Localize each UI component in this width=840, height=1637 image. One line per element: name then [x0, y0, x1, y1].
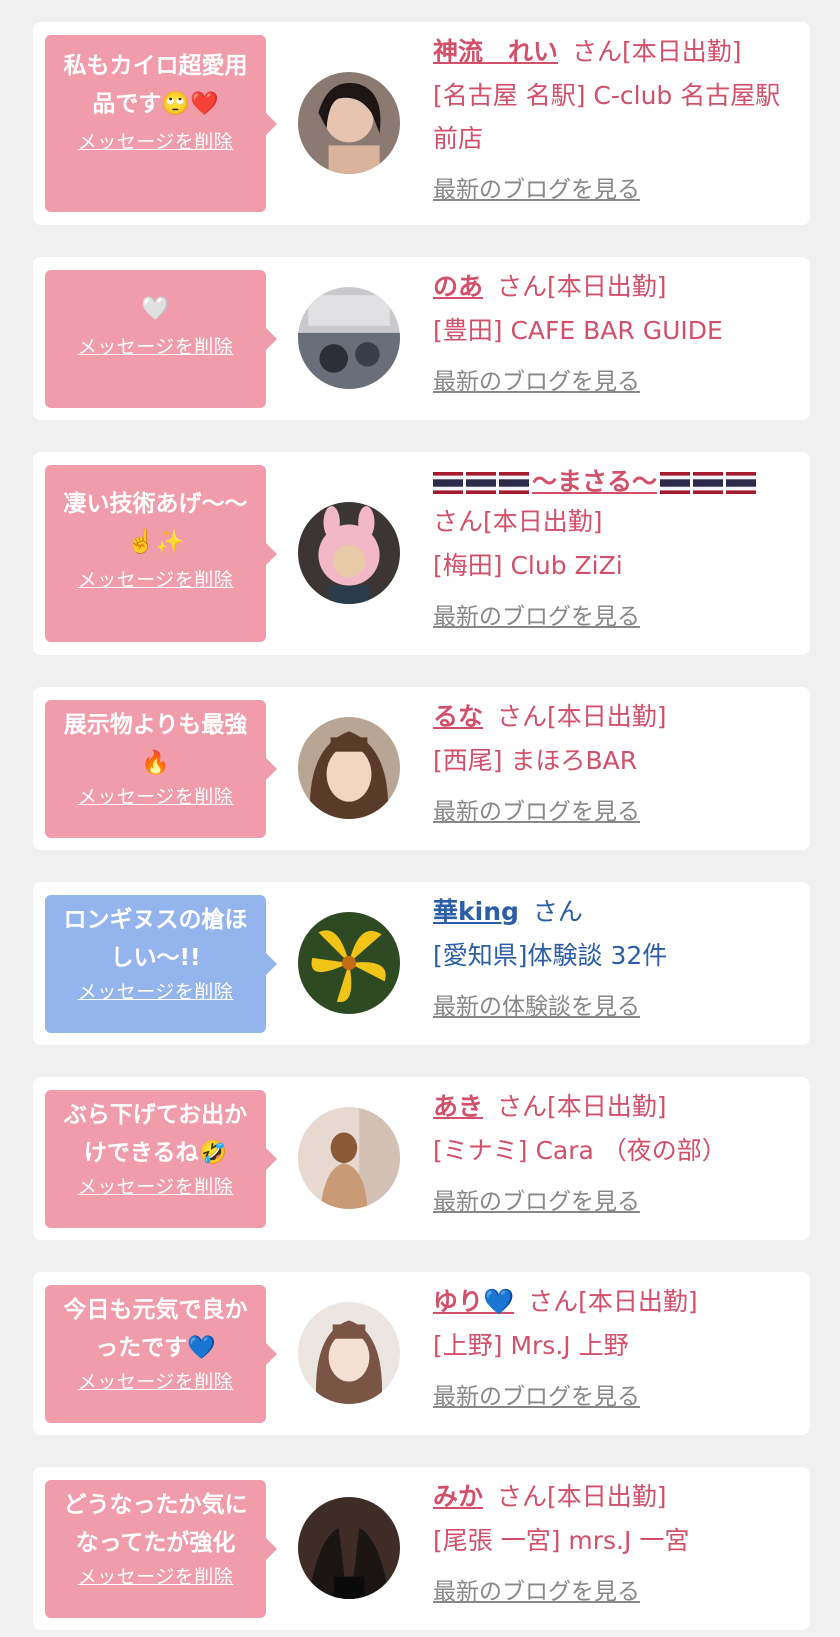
message-card: 今日も元気で良かったです💙 メッセージを削除 ゆり💙 さん[本日出勤] [上野] …	[33, 1272, 810, 1435]
message-text: 私もカイロ超愛用品です🙄❤️	[63, 53, 248, 117]
shop-name: [上野] Mrs.J 上野	[433, 1331, 629, 1360]
message-bubble: 私もカイロ超愛用品です🙄❤️ メッセージを削除	[45, 35, 277, 212]
message-bubble: 今日も元気で良かったです💙 メッセージを削除	[45, 1285, 277, 1423]
message-card: 凄い技術あげ〜〜 ☝️✨ メッセージを削除 〜まさる〜 さん[本日出勤] [梅田]…	[33, 452, 810, 655]
message-text: 🤍	[53, 290, 258, 328]
message-emoji: 🤣	[198, 1140, 228, 1166]
thai-flag-icon	[693, 472, 724, 494]
avatar[interactable]	[298, 72, 400, 174]
profile-suffix: さん[本日出勤]	[528, 1287, 698, 1316]
profile-name-link[interactable]: るな	[433, 702, 483, 731]
message-card: ぶら下げてお出かけできるね🤣 メッセージを削除 あき さん[本日出勤] [ミナミ]…	[33, 1077, 810, 1240]
profile-name-link[interactable]: 華king	[433, 897, 519, 926]
profile-info: ゆり💙 さん[本日出勤] [上野] Mrs.J 上野 最新のブログを見る	[433, 1282, 783, 1411]
latest-blog-link[interactable]: 最新のブログを見る	[433, 1572, 640, 1606]
message-card: 展示物よりも最強 🔥 メッセージを削除 るな さん[本日出勤] [西尾] まほろBA…	[33, 687, 810, 850]
message-emoji: 💙	[187, 1335, 216, 1361]
latest-blog-link[interactable]: 最新のブログを見る	[433, 597, 640, 631]
message-bubble: どうなったか気になってたが強化 メッセージを削除	[45, 1480, 277, 1618]
message-text: どうなったか気になってたが強化	[63, 1492, 248, 1556]
message-bubble: ぶら下げてお出かけできるね🤣 メッセージを削除	[45, 1090, 277, 1228]
thai-flag-icon	[726, 472, 757, 494]
profile-info: るな さん[本日出勤] [西尾] まほろBAR 最新のブログを見る	[433, 697, 783, 826]
delete-message-link[interactable]: メッセージを削除	[78, 1562, 234, 1589]
message-card: どうなったか気になってたが強化 メッセージを削除 みか さん[本日出勤] [尾張 …	[33, 1467, 810, 1630]
avatar[interactable]	[298, 1497, 400, 1599]
profile-suffix: さん[本日出勤]	[433, 507, 603, 536]
message-bubble: 🤍 メッセージを削除	[45, 270, 277, 408]
avatar[interactable]	[298, 912, 400, 1014]
message-text: ロンギヌスの槍ほしい〜!!	[63, 907, 248, 971]
profile-name-link[interactable]: 〜まさる〜	[532, 467, 657, 496]
shop-name: [ミナミ] Cara （夜の部）	[433, 1136, 727, 1165]
profile-info: 〜まさる〜 さん[本日出勤] [梅田] Club ZiZi 最新のブログを見る	[433, 462, 783, 631]
profile-suffix: さん[本日出勤]	[497, 702, 667, 731]
message-text: ぶら下げてお出かけできるね🤣	[63, 1102, 248, 1166]
message-card: 私もカイロ超愛用品です🙄❤️ メッセージを削除 神流 れい さん[本日出勤] [名…	[33, 22, 810, 225]
profile-info: みか さん[本日出勤] [尾張 一宮] mrs.J 一宮 最新のブログを見る	[433, 1477, 783, 1606]
delete-message-link[interactable]: メッセージを削除	[78, 782, 234, 809]
message-emoji: 🔥	[141, 750, 170, 776]
profile-info: 華king さん [愛知県]体験談 32件 最新の体験談を見る	[433, 892, 783, 1021]
profile-suffix: さん[本日出勤]	[497, 1092, 667, 1121]
avatar[interactable]	[298, 1107, 400, 1209]
latest-blog-link[interactable]: 最新のブログを見る	[433, 170, 640, 204]
profile-name-link[interactable]: みか	[433, 1482, 483, 1511]
message-text: 凄い技術あげ〜〜 ☝️✨	[63, 491, 248, 555]
blue-heart-icon: 💙	[483, 1287, 515, 1316]
latest-blog-link[interactable]: 最新のブログを見る	[433, 362, 640, 396]
profile-name-link[interactable]: のあ	[433, 272, 483, 301]
delete-message-link[interactable]: メッセージを削除	[78, 127, 234, 154]
delete-message-link[interactable]: メッセージを削除	[78, 1172, 234, 1199]
delete-message-link[interactable]: メッセージを削除	[78, 332, 234, 359]
profile-info: のあ さん[本日出勤] [豊田] CAFE BAR GUIDE 最新のブログを見る	[433, 267, 783, 396]
profile-suffix: さん	[532, 897, 583, 926]
avatar[interactable]	[298, 1302, 400, 1404]
message-list: 私もカイロ超愛用品です🙄❤️ メッセージを削除 神流 れい さん[本日出勤] [名…	[0, 0, 840, 1637]
profile-suffix: さん[本日出勤]	[572, 37, 742, 66]
message-bubble: ロンギヌスの槍ほしい〜!! メッセージを削除	[45, 895, 277, 1033]
profile-name-link[interactable]: 神流 れい	[433, 37, 558, 66]
message-bubble: 凄い技術あげ〜〜 ☝️✨ メッセージを削除	[45, 465, 277, 642]
latest-review-link[interactable]: 最新の体験談を見る	[433, 987, 640, 1021]
message-text: 展示物よりも最強 🔥	[63, 712, 248, 776]
review-count: [愛知県]体験談 32件	[433, 941, 668, 970]
shop-name: [梅田] Club ZiZi	[433, 551, 623, 580]
thai-flag-icon	[466, 472, 496, 494]
message-bubble: 展示物よりも最強 🔥 メッセージを削除	[45, 700, 277, 838]
message-text: 今日も元気で良かったです💙	[63, 1297, 248, 1361]
shop-name: [豊田] CAFE BAR GUIDE	[433, 316, 723, 345]
message-emoji: 🙄❤️	[161, 91, 219, 117]
profile-suffix: さん[本日出勤]	[497, 272, 667, 301]
latest-blog-link[interactable]: 最新のブログを見る	[433, 792, 640, 826]
thai-flag-icon	[433, 472, 463, 494]
profile-info: 神流 れい さん[本日出勤] [名古屋 名駅] C-club 名古屋駅前店 最新の…	[433, 32, 783, 204]
avatar[interactable]	[298, 502, 400, 604]
avatar[interactable]	[298, 717, 400, 819]
profile-name-link[interactable]: ゆり💙	[433, 1287, 514, 1316]
delete-message-link[interactable]: メッセージを削除	[78, 565, 234, 592]
message-card: ロンギヌスの槍ほしい〜!! メッセージを削除 華king さん [愛知県]体験談 …	[33, 882, 810, 1045]
profile-info: あき さん[本日出勤] [ミナミ] Cara （夜の部） 最新のブログを見る	[433, 1087, 783, 1216]
delete-message-link[interactable]: メッセージを削除	[78, 1367, 234, 1394]
latest-blog-link[interactable]: 最新のブログを見る	[433, 1182, 640, 1216]
message-card: 🤍 メッセージを削除 のあ さん[本日出勤] [豊田] CAFE BAR GUID…	[33, 257, 810, 420]
shop-name: [尾張 一宮] mrs.J 一宮	[433, 1526, 690, 1555]
thai-flag-icon	[499, 472, 529, 494]
shop-name: [名古屋 名駅] C-club 名古屋駅前店	[433, 81, 781, 153]
avatar[interactable]	[298, 287, 400, 389]
thai-flag-icon	[660, 472, 691, 494]
delete-message-link[interactable]: メッセージを削除	[78, 977, 234, 1004]
latest-blog-link[interactable]: 最新のブログを見る	[433, 1377, 640, 1411]
message-emoji: 🤍	[141, 296, 170, 322]
profile-suffix: さん[本日出勤]	[497, 1482, 667, 1511]
profile-name-link[interactable]: あき	[433, 1092, 483, 1121]
message-emoji: ☝️✨	[126, 529, 185, 555]
shop-name: [西尾] まほろBAR	[433, 746, 638, 775]
